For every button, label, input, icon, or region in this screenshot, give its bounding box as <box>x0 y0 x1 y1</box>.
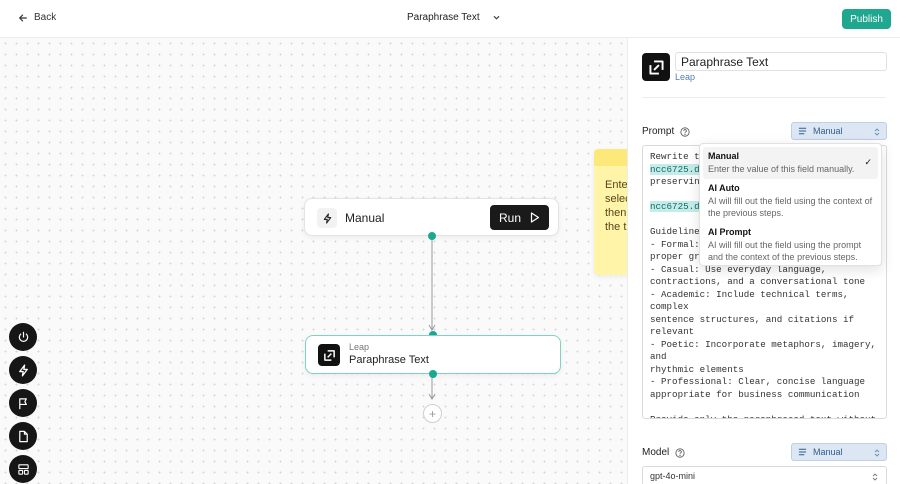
connector-lines <box>428 236 436 400</box>
connector-handle[interactable] <box>428 232 436 240</box>
lines-icon <box>798 127 807 135</box>
step-node-app: Leap <box>349 342 370 352</box>
prompt-line: sentence structures, and citations if <box>650 313 854 325</box>
option-description: AI will fill out the field using the pro… <box>708 240 862 262</box>
option-title: Manual <box>708 151 740 161</box>
layout-icon <box>17 463 29 475</box>
leap-logo-icon <box>642 53 670 81</box>
model-value: gpt-4o-mini <box>650 471 696 481</box>
model-mode-select[interactable]: Manual <box>791 443 887 461</box>
variable-chip[interactable]: ncc6725.da <box>650 201 706 212</box>
option-description: AI will fill out the field using the con… <box>708 196 873 218</box>
prompt-line: - Poetic: Incorporate metaphors, imagery… <box>650 338 882 363</box>
model-label-text: Model <box>642 447 670 458</box>
file-tool-button[interactable] <box>9 422 37 450</box>
workflow-canvas[interactable]: Manual Run Leap Paraphrase Text + Ente s… <box>0 38 627 484</box>
run-label: Run <box>498 210 521 225</box>
leap-logo-icon <box>318 344 340 366</box>
bolt-icon <box>317 208 337 228</box>
chevron-down-icon <box>493 16 499 20</box>
prompt-mode-select[interactable]: Manual <box>791 122 887 140</box>
trigger-node-manual[interactable]: Manual Run <box>304 198 559 236</box>
dropdown-option-ai-prompt[interactable]: AI Prompt AI will fill out the field usin… <box>703 223 878 267</box>
step-app-name: Leap <box>675 72 696 82</box>
prompt-line: - Academic: Include technical terms, com… <box>650 288 854 313</box>
prompt-line: rhythmic elements <box>650 363 744 375</box>
option-title: AI Auto <box>708 183 740 193</box>
prompt-label: Prompt <box>642 126 690 137</box>
option-title: AI Prompt <box>708 227 752 237</box>
arrow-left-icon <box>19 14 27 21</box>
chevron-up-down-icon <box>874 449 880 457</box>
prompt-line: - Professional: Clear, concise language <box>650 376 866 387</box>
publish-button[interactable]: Publish <box>842 9 891 29</box>
workflow-title: Paraphrase Text <box>407 12 480 23</box>
check-icon: ✓ <box>864 157 872 167</box>
help-circle-icon[interactable] <box>675 447 685 458</box>
sticky-note-header <box>594 149 627 166</box>
option-description: Enter the value of this field manually. <box>708 164 855 174</box>
model-select[interactable]: gpt-4o-mini <box>642 466 887 484</box>
prompt-line <box>650 401 879 414</box>
mode-dropdown-menu: Manual Enter the value of this field manu… <box>699 143 882 266</box>
prompt-mode-value: Manual <box>813 126 843 136</box>
prompt-line: Provide only the paraphrased text withou… <box>650 413 877 419</box>
prompt-label-text: Prompt <box>642 126 675 137</box>
step-name-input[interactable] <box>675 52 887 71</box>
sticky-note[interactable]: Ente selec then the t <box>594 149 627 275</box>
model-mode-value: Manual <box>813 447 843 457</box>
flag-icon <box>18 397 27 409</box>
bolt-icon <box>18 363 28 377</box>
step-node-name: Paraphrase Text <box>349 354 429 366</box>
power-tool-button[interactable] <box>9 323 37 351</box>
trigger-tool-button[interactable] <box>9 356 37 384</box>
top-bar: Back Paraphrase Text Publish <box>0 0 900 38</box>
prompt-line: appropriate for business communication <box>650 388 860 400</box>
help-circle-icon[interactable] <box>680 126 690 137</box>
connector-handle[interactable] <box>429 370 437 378</box>
add-step-button[interactable]: + <box>423 404 442 423</box>
file-icon <box>18 430 28 442</box>
trigger-node-label: Manual <box>345 211 385 225</box>
back-button[interactable]: Back <box>18 12 56 23</box>
variable-chip[interactable]: ncc6725.da <box>650 163 706 175</box>
layout-tool-button[interactable] <box>9 455 37 483</box>
divider <box>642 97 886 98</box>
power-icon <box>18 331 28 342</box>
flag-tool-button[interactable] <box>9 389 37 417</box>
lines-icon <box>798 448 807 456</box>
play-icon <box>530 212 540 223</box>
canvas-toolbar <box>9 323 37 483</box>
chevron-up-down-icon <box>872 473 878 481</box>
sticky-note-text: Ente selec then the t <box>605 179 627 233</box>
model-label: Model <box>642 447 685 458</box>
prompt-line: contractions, and a conversational tone <box>650 276 866 287</box>
run-button[interactable]: Run <box>490 205 549 230</box>
prompt-line: relevant <box>650 326 695 337</box>
dropdown-option-manual[interactable]: Manual Enter the value of this field manu… <box>703 147 878 179</box>
back-label: Back <box>34 12 57 23</box>
workflow-title-select[interactable]: Paraphrase Text <box>407 12 501 23</box>
step-node-paraphrase[interactable]: Leap Paraphrase Text <box>305 335 561 374</box>
dropdown-option-ai-auto[interactable]: AI Auto AI will fill out the field using … <box>703 179 878 223</box>
chevron-up-down-icon <box>874 128 880 136</box>
